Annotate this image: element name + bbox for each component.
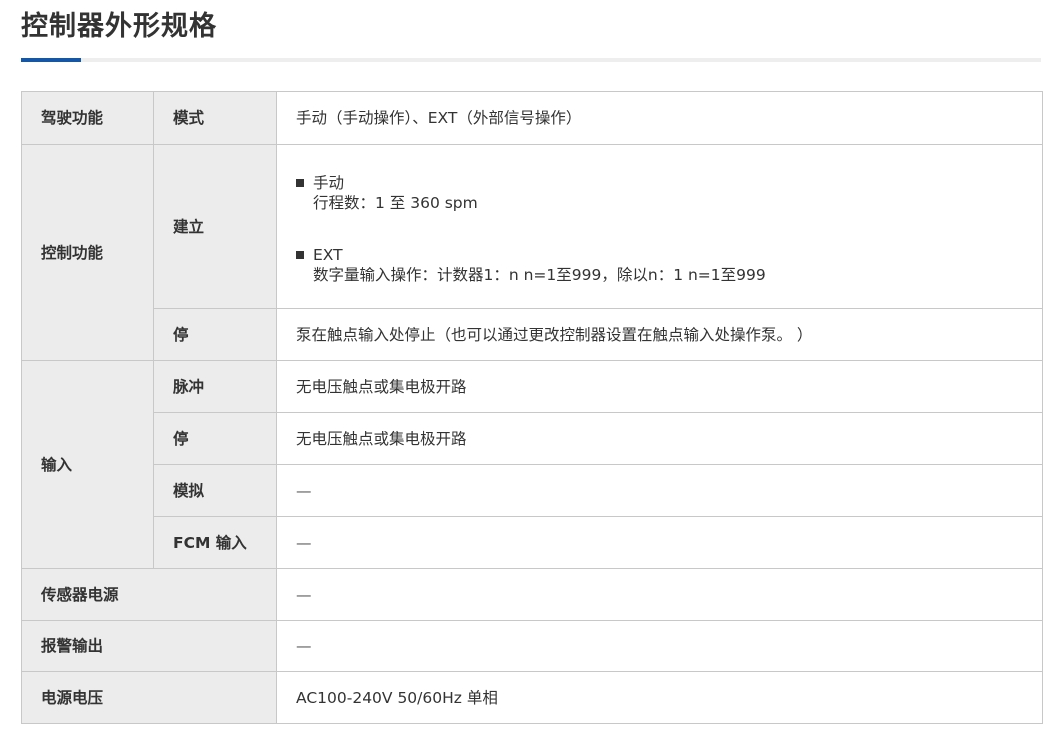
- value-fcm: —: [276, 516, 1043, 569]
- square-bullet-icon: [296, 178, 304, 187]
- value-stop: 泵在触点输入处停止（也可以通过更改控制器设置在触点输入处操作泵。 ）: [276, 308, 1043, 361]
- table-row: 停 泵在触点输入处停止（也可以通过更改控制器设置在触点输入处操作泵。 ）: [22, 308, 1043, 361]
- square-bullet-icon: [296, 250, 304, 259]
- table-row: 停 无电压触点或集电极开路: [22, 412, 1043, 465]
- row-label-power-voltage: 电源电压: [21, 671, 277, 724]
- sub-label-fcm: FCM 输入: [153, 516, 277, 569]
- bullet-item: EXT: [296, 245, 1042, 265]
- sub-label-mode: 模式: [153, 91, 277, 145]
- value-power-voltage: AC100-240V 50/60Hz 单相: [276, 671, 1043, 724]
- value-alarm-output: —: [276, 620, 1043, 672]
- build-ext-title: EXT: [313, 245, 343, 264]
- table-row: FCM 输入 —: [22, 516, 1043, 569]
- value-pulse: 无电压触点或集电极开路: [276, 360, 1043, 413]
- value-mode: 手动（手动操作）、EXT（外部信号操作）: [276, 91, 1043, 145]
- table-row: 报警输出 —: [21, 620, 1043, 672]
- value-analog: —: [276, 464, 1043, 517]
- value-build: 手动 行程数：1 至 360 spm EXT 数字量输入操作：计数器1：n n=…: [276, 144, 1043, 309]
- title-underline: [21, 58, 1041, 62]
- sub-label-analog: 模拟: [153, 464, 277, 517]
- table-row: 电源电压 AC100-240V 50/60Hz 单相: [21, 671, 1043, 724]
- table-row: 模拟 —: [22, 464, 1043, 517]
- bullet-item: 手动: [296, 173, 1042, 193]
- row-label-alarm-output: 报警输出: [21, 620, 277, 672]
- build-ext-detail: 数字量输入操作：计数器1：n n=1至999，除以n：1 n=1至999: [313, 265, 766, 284]
- sub-label-input-stop: 停: [153, 412, 277, 465]
- row-label-input: 输入: [21, 360, 154, 569]
- build-manual-detail: 行程数：1 至 360 spm: [313, 193, 478, 212]
- build-manual-title: 手动: [313, 173, 345, 192]
- row-label-control: 控制功能: [21, 144, 154, 361]
- sub-label-build: 建立: [153, 144, 277, 309]
- table-row: 传感器电源 —: [21, 568, 1043, 621]
- title-accent-bar: [21, 58, 81, 62]
- value-input-stop: 无电压触点或集电极开路: [276, 412, 1043, 465]
- sub-label-stop: 停: [153, 308, 277, 361]
- table-row: 驾驶功能 模式 手动（手动操作）、EXT（外部信号操作）: [21, 91, 1043, 145]
- spec-table: 驾驶功能 模式 手动（手动操作）、EXT（外部信号操作） 控制功能 建立 手动 …: [21, 91, 1043, 724]
- table-row: 输入 脉冲 无电压触点或集电极开路: [21, 360, 1043, 569]
- build-manual-block: 手动 行程数：1 至 360 spm: [296, 169, 1042, 213]
- row-label-drive: 驾驶功能: [21, 91, 154, 145]
- page-title: 控制器外形规格: [21, 11, 217, 42]
- sub-label-pulse: 脉冲: [153, 360, 277, 413]
- build-ext-block: EXT 数字量输入操作：计数器1：n n=1至999，除以n：1 n=1至999: [296, 245, 1042, 285]
- table-row: 控制功能 建立 手动 行程数：1 至 360 spm EXT 数字量输入操作：计…: [21, 144, 1043, 361]
- row-label-sensor-power: 传感器电源: [21, 568, 277, 621]
- value-sensor-power: —: [276, 568, 1043, 621]
